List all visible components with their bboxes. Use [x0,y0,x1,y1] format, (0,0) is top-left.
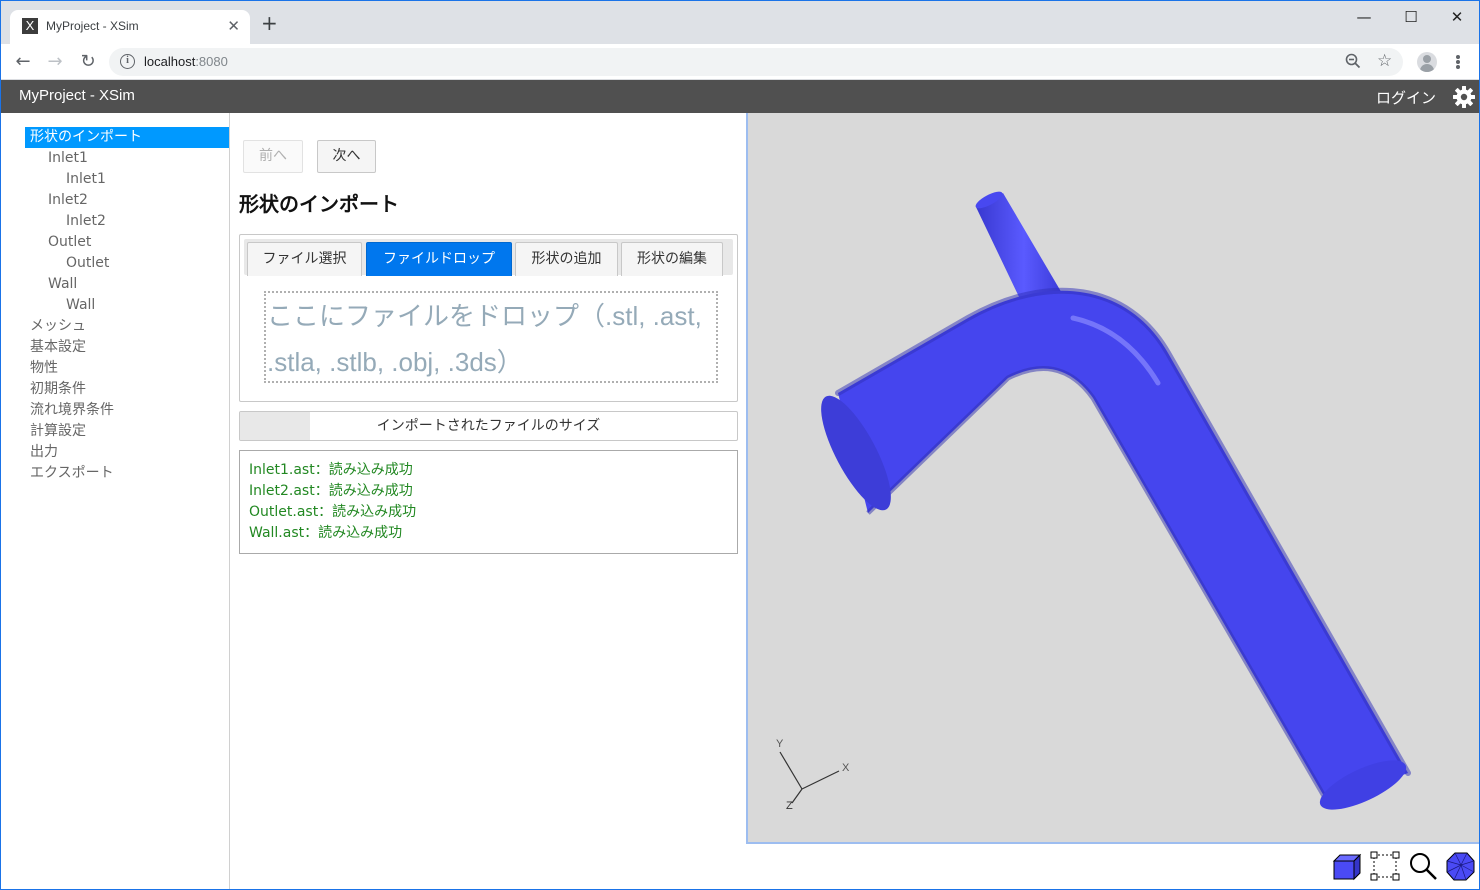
tab-add-shape[interactable]: 形状の追加 [515,242,618,276]
sidebar-item[interactable]: 物性 [30,358,58,379]
sidebar-item[interactable]: Outlet [66,253,109,274]
sidebar-nav: 形状のインポート Inlet1 Inlet1 Inlet2 Inlet2 Outlet Ou… [1,113,230,889]
app-header: MyProject - XSim ログイン [1,80,1479,113]
selection-box-icon[interactable] [1370,851,1400,881]
log-line: Outlet.ast：読み込み成功 [249,504,417,520]
mesh-view-icon[interactable] [1445,851,1475,881]
3d-viewport[interactable]: Y X Z [746,113,1479,844]
import-log: Inlet1.ast：読み込み成功 Inlet2.ast：読み込み成功 Outl… [239,450,738,554]
tab-strip: X MyProject - XSim ✕ + — ☐ ✕ [1,1,1479,44]
file-size-bar: インポートされたファイルのサイズ [239,411,738,441]
browser-tab[interactable]: X MyProject - XSim ✕ [10,10,250,44]
tab-title: MyProject - XSim [46,19,139,33]
address-bar[interactable]: i localhost:8080 ☆ [109,48,1403,76]
file-dropzone[interactable]: ここにファイルをドロップ（.stl, .ast, .stla, .stlb, .… [264,291,718,383]
log-line: Wall.ast：読み込み成功 [249,525,403,541]
favicon-icon: X [22,18,38,34]
solid-view-icon[interactable] [1332,851,1362,881]
sidebar-item[interactable]: 計算設定 [30,421,86,442]
sidebar-item[interactable]: メッシュ [30,316,86,337]
app-title: MyProject - XSim [19,87,135,104]
sidebar-item[interactable]: 形状のインポート [25,127,229,148]
forward-icon[interactable]: → [43,50,67,74]
tab-file-select[interactable]: ファイル選択 [247,242,362,276]
more-menu-icon[interactable] [1451,50,1465,74]
prev-button[interactable]: 前へ [243,140,303,173]
page-title: 形状のインポート [239,192,399,216]
login-link[interactable]: ログイン [1376,87,1436,108]
tab-bar: ファイル選択 ファイルドロップ 形状の追加 形状の編集 [244,239,733,276]
zoom-out-icon[interactable] [1345,53,1361,73]
sidebar-item[interactable]: Wall [48,274,77,295]
axis-z-label: Z [786,800,793,812]
close-window-button[interactable]: ✕ [1434,5,1479,29]
sidebar-item[interactable]: エクスポート [30,463,114,484]
back-icon[interactable]: ← [11,50,35,74]
sidebar-item[interactable]: 出力 [30,442,58,463]
bookmark-star-icon[interactable]: ☆ [1377,51,1392,71]
sidebar-item[interactable]: Inlet2 [48,190,88,211]
tab-file-drop[interactable]: ファイルドロップ [366,242,512,276]
url-host: localhost [144,54,196,69]
browser-toolbar: ← → ↻ i localhost:8080 ☆ [1,44,1479,80]
sidebar-item[interactable]: Inlet2 [66,211,106,232]
new-tab-button[interactable]: + [261,13,278,33]
sidebar-item[interactable]: 流れ境界条件 [30,400,114,421]
sidebar-item[interactable]: Outlet [48,232,91,253]
profile-avatar-icon[interactable] [1417,52,1437,72]
log-line: Inlet2.ast：読み込み成功 [249,483,413,499]
maximize-button[interactable]: ☐ [1388,5,1434,29]
zoom-icon[interactable] [1408,851,1438,881]
import-tabs: ファイル選択 ファイルドロップ 形状の追加 形状の編集 ここにファイルをドロップ… [239,234,738,402]
model-branch-pipe [975,191,1063,299]
url-text[interactable]: localhost:8080 [144,54,228,69]
reload-icon[interactable]: ↻ [76,50,100,74]
close-tab-icon[interactable]: ✕ [227,17,240,35]
browser-window: X MyProject - XSim ✕ + — ☐ ✕ ← → ↻ i loc… [0,0,1480,890]
axis-triad [779,751,840,804]
sidebar-item[interactable]: Wall [66,295,95,316]
next-button[interactable]: 次へ [317,140,376,173]
url-port: :8080 [195,54,228,69]
file-size-label: インポートされたファイルのサイズ [376,418,601,434]
model-main-pipe [821,287,1411,810]
main-panel: 前へ 次へ 形状のインポート ファイル選択 ファイルドロップ 形状の追加 形状の… [231,113,746,889]
sidebar-item[interactable]: 初期条件 [30,379,86,400]
3d-scene: Y X Z [776,191,1411,812]
info-icon[interactable]: i [120,54,135,69]
axis-x-label: X [842,762,850,774]
sidebar-item[interactable]: Inlet1 [48,148,88,169]
log-line: Inlet1.ast：読み込み成功 [249,462,413,478]
axis-y-label: Y [776,738,784,750]
tab-edit-shape[interactable]: 形状の編集 [621,242,723,276]
minimize-button[interactable]: — [1341,5,1387,29]
gear-icon[interactable] [1452,85,1476,109]
sidebar-item[interactable]: 基本設定 [30,337,86,358]
sidebar-item[interactable]: Inlet1 [66,169,106,190]
